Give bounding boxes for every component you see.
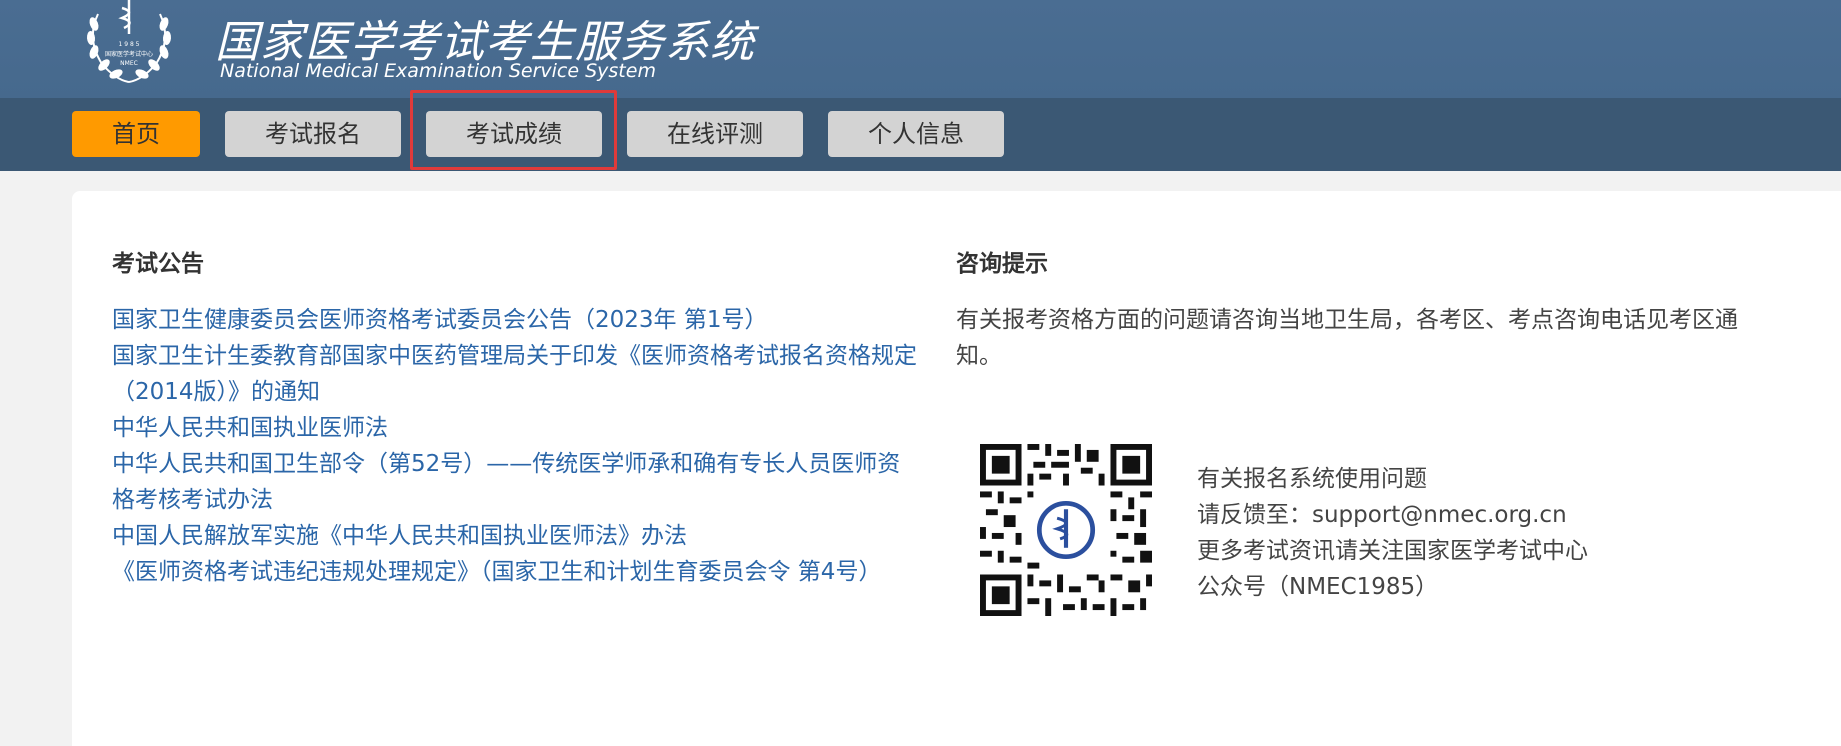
announcement-link[interactable]: 《医师资格考试违纪违规处理规定》（国家卫生和计划生育委员会令 第4号） [112,554,917,590]
site-header: 1 9 8 5 国家医学考试中心 NMEC 国家医学考试考生服务系统 Natio… [0,0,1841,98]
announcements-list: 国家卫生健康委员会医师资格考试委员会公告（2023年 第1号） 国家卫生计生委教… [112,302,917,590]
announcement-link[interactable]: 国家卫生健康委员会医师资格考试委员会公告（2023年 第1号） [112,302,917,338]
nav-online-assessment-button[interactable]: 在线评测 [627,111,803,157]
list-item: 国家卫生计生委教育部国家中医药管理局关于印发《医师资格考试报名资格规定（2014… [112,338,917,410]
nav-personal-info-button[interactable]: 个人信息 [828,111,1004,157]
nav-exam-scores-button[interactable]: 考试成绩 [426,111,602,157]
nmec-logo-icon[interactable]: 1 9 8 5 国家医学考试中心 NMEC [78,0,180,86]
main-nav: 首页 考试报名 考试成绩 在线评测 个人信息 [0,98,1841,171]
main-content: 考试公告 国家卫生健康委员会医师资格考试委员会公告（2023年 第1号） 国家卫… [72,191,1841,746]
contact-email-line[interactable]: 请反馈至：support@nmec.org.cn [1197,497,1588,533]
contact-info: 有关报名系统使用问题 请反馈至：support@nmec.org.cn 更多考试… [1197,461,1588,605]
contact-line: 有关报名系统使用问题 [1197,466,1427,492]
contact-line: 公众号（NMEC1985） [1197,574,1439,600]
logo-year: 1 9 8 5 [119,41,140,48]
nav-home-button[interactable]: 首页 [72,111,200,157]
announcements-title: 考试公告 [112,251,204,277]
logo-text-top: 国家医学考试中心 [105,50,153,58]
announcement-link[interactable]: 中华人民共和国执业医师法 [112,410,917,446]
list-item: 中国人民解放军实施《中华人民共和国执业医师法》办法 [112,518,917,554]
nav-exam-registration-button[interactable]: 考试报名 [225,111,401,157]
announcement-link[interactable]: 国家卫生计生委教育部国家中医药管理局关于印发《医师资格考试报名资格规定（2014… [112,338,917,410]
consult-title: 咨询提示 [956,251,1048,277]
announcement-link[interactable]: 中华人民共和国卫生部令（第52号）——传统医学师承和确有专长人员医师资格考核考试… [112,446,917,518]
list-item: 中华人民共和国执业医师法 [112,410,917,446]
site-title-en: National Medical Examination Service Sys… [220,60,656,82]
contact-line: 更多考试资讯请关注国家医学考试中心 [1197,538,1588,564]
qr-code-icon [980,444,1152,616]
consult-text: 有关报考资格方面的问题请咨询当地卫生局，各考区、考点咨询电话见考区通知。 [956,307,1738,369]
list-item: 《医师资格考试违纪违规处理规定》（国家卫生和计划生育委员会令 第4号） [112,554,917,590]
logo-text-bottom: NMEC [120,60,138,67]
list-item: 中华人民共和国卫生部令（第52号）——传统医学师承和确有专长人员医师资格考核考试… [112,446,917,518]
list-item: 国家卫生健康委员会医师资格考试委员会公告（2023年 第1号） [112,302,917,338]
announcement-link[interactable]: 中国人民解放军实施《中华人民共和国执业医师法》办法 [112,518,917,554]
